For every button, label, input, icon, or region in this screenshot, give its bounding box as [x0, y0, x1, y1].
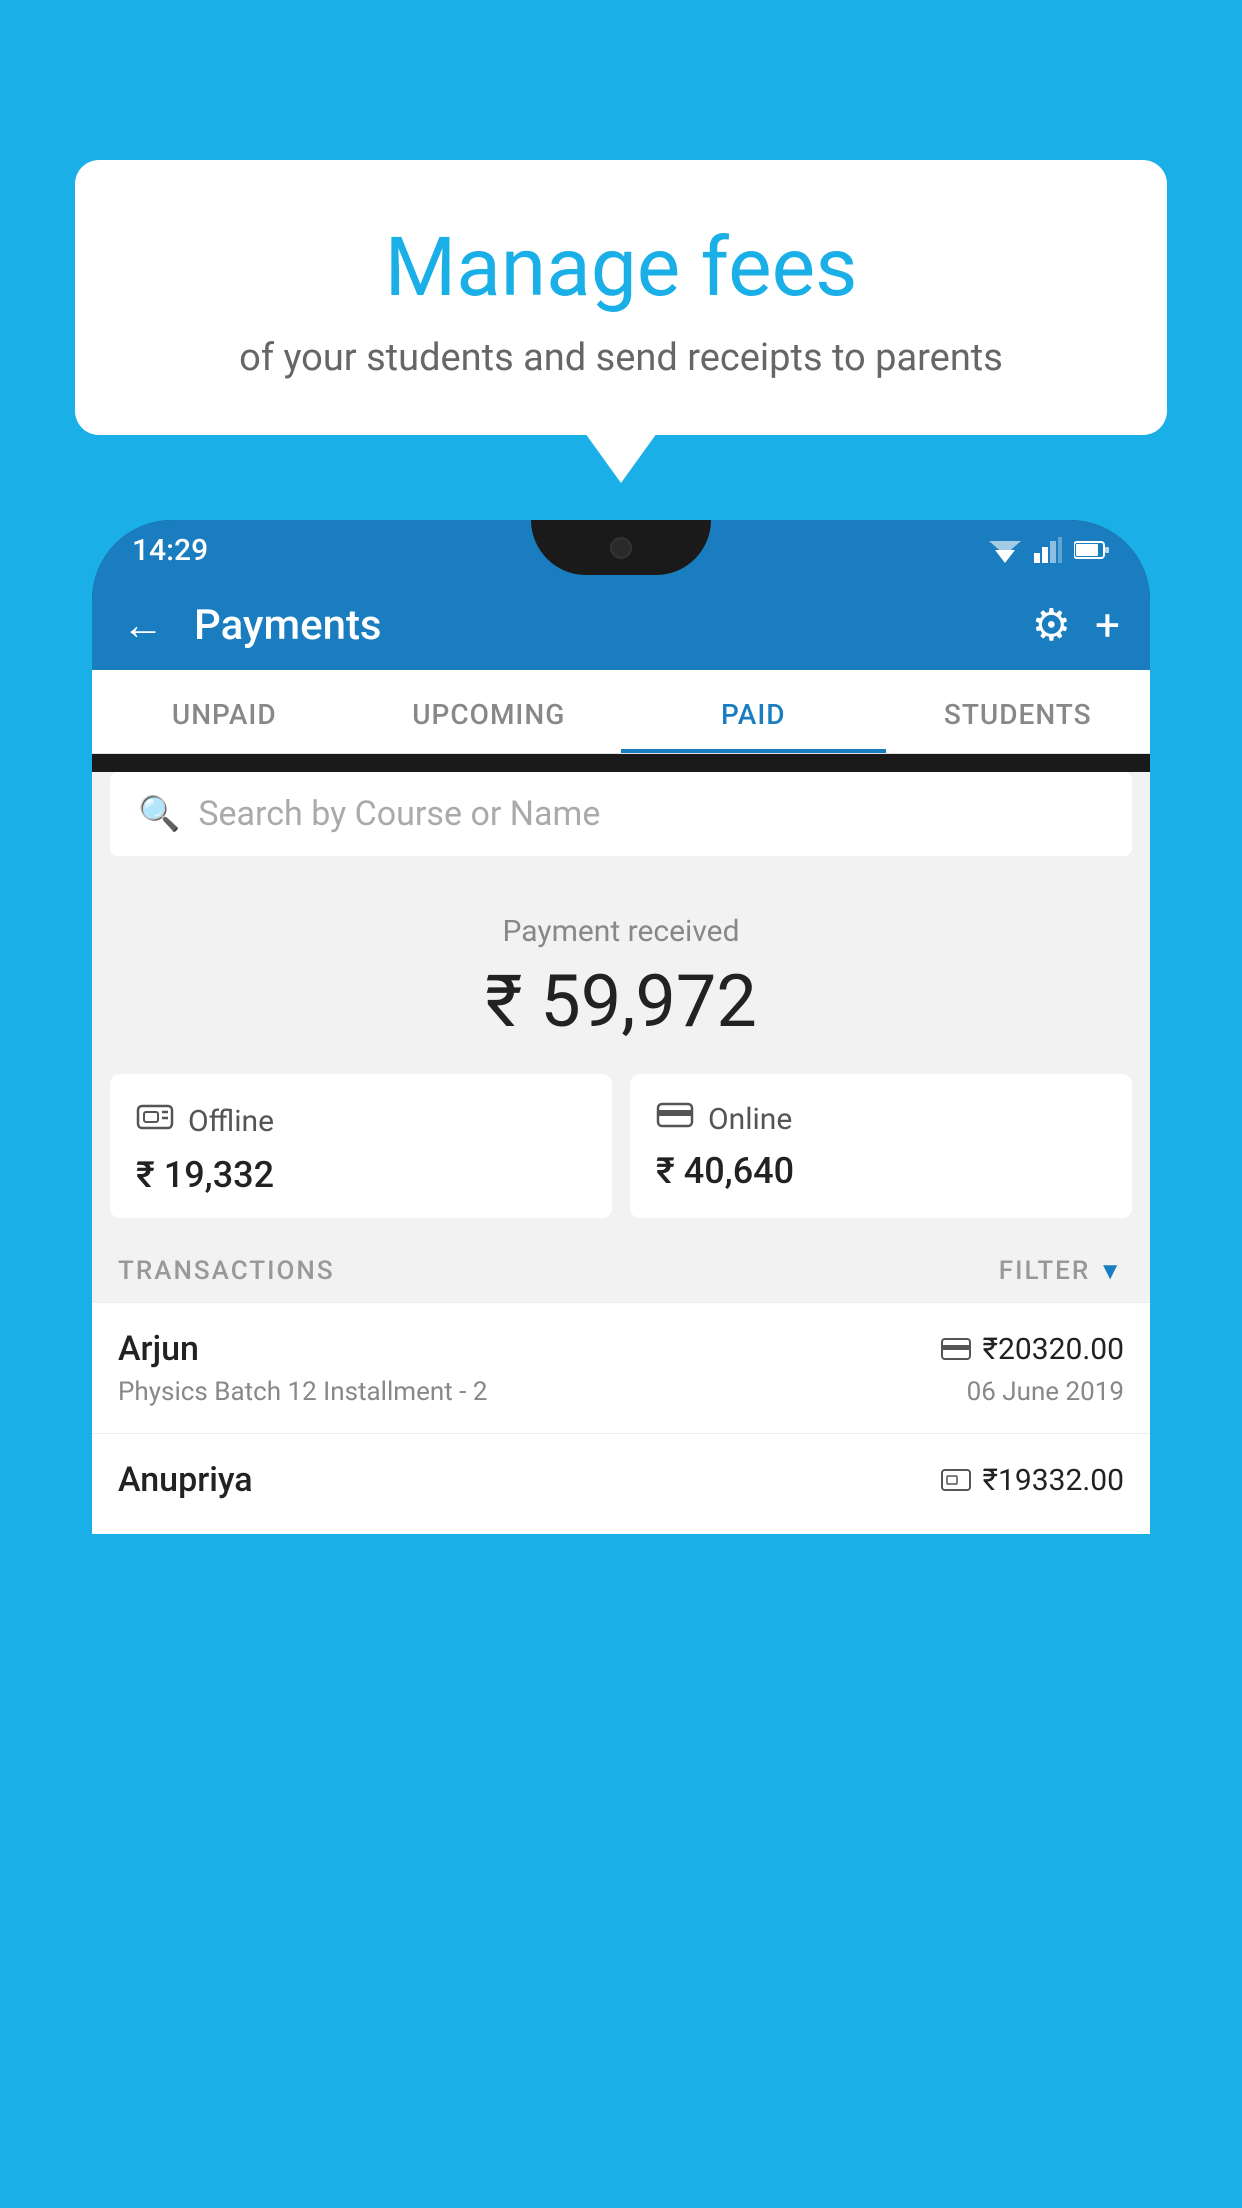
filter-button[interactable]: FILTER ▼ [999, 1256, 1124, 1286]
status-time: 14:29 [132, 533, 208, 568]
payment-cards-row: Offline ₹ 19,332 Online [110, 1074, 1132, 1218]
status-icons [988, 537, 1110, 563]
speech-bubble: Manage fees of your students and send re… [75, 160, 1167, 435]
online-amount: ₹ 40,640 [656, 1150, 1106, 1192]
wifi-icon [988, 537, 1022, 563]
tabs-bar: UNPAID UPCOMING PAID STUDENTS [92, 670, 1150, 754]
transaction-item: Anupriya ₹19332.00 [92, 1433, 1150, 1534]
payment-type-icon [941, 1466, 971, 1494]
offline-amount: ₹ 19,332 [136, 1154, 586, 1196]
transaction-amount-row: ₹19332.00 [941, 1463, 1124, 1498]
signal-icon [1034, 537, 1062, 563]
search-placeholder: Search by Course or Name [198, 794, 600, 834]
tab-students[interactable]: STUDENTS [886, 670, 1151, 753]
app-content: 🔍 Search by Course or Name Payment recei… [92, 772, 1150, 1534]
transactions-header: TRANSACTIONS FILTER ▼ [92, 1236, 1150, 1302]
header-title: Payments [194, 601, 1012, 650]
offline-icon [136, 1100, 174, 1142]
search-bar[interactable]: 🔍 Search by Course or Name [110, 772, 1132, 856]
payment-total-amount: ₹ 59,972 [92, 959, 1150, 1044]
search-icon: 🔍 [138, 794, 180, 834]
notch [531, 520, 711, 575]
transaction-item: Arjun ₹20320.00 Physics Batch 12 Install… [92, 1302, 1150, 1433]
transaction-amount-row: ₹20320.00 [941, 1332, 1124, 1367]
app-header: ← Payments ⚙ + [92, 580, 1150, 670]
transaction-date: 06 June 2019 [967, 1377, 1124, 1407]
payment-received-section: Payment received ₹ 59,972 [92, 874, 1150, 1074]
offline-card: Offline ₹ 19,332 [110, 1074, 612, 1218]
transaction-details: Physics Batch 12 Installment - 2 06 June… [118, 1377, 1124, 1407]
online-card: Online ₹ 40,640 [630, 1074, 1132, 1218]
tab-upcoming[interactable]: UPCOMING [357, 670, 622, 753]
add-icon[interactable]: + [1095, 599, 1120, 651]
online-label: Online [708, 1102, 792, 1137]
phone-mockup: 14:29 [92, 520, 1150, 2208]
transaction-amount: ₹19332.00 [983, 1463, 1124, 1498]
transaction-course: Physics Batch 12 Installment - 2 [118, 1377, 487, 1407]
offline-label: Offline [188, 1104, 274, 1139]
transaction-name: Anupriya [118, 1460, 253, 1500]
payment-received-label: Payment received [92, 914, 1150, 949]
transaction-amount: ₹20320.00 [983, 1332, 1124, 1367]
online-icon [656, 1100, 694, 1138]
settings-icon[interactable]: ⚙ [1032, 599, 1071, 651]
filter-icon: ▼ [1098, 1257, 1124, 1286]
transaction-name: Arjun [118, 1329, 199, 1369]
battery-icon [1074, 540, 1110, 560]
payment-type-icon [941, 1337, 971, 1361]
back-button[interactable]: ← [122, 601, 164, 650]
bubble-title: Manage fees [125, 220, 1117, 316]
tab-unpaid[interactable]: UNPAID [92, 670, 357, 753]
camera [610, 537, 632, 559]
tab-paid[interactable]: PAID [621, 670, 886, 753]
transactions-label: TRANSACTIONS [118, 1256, 335, 1286]
header-actions: ⚙ + [1032, 599, 1120, 651]
phone-body: 14:29 [92, 520, 1150, 1534]
status-bar: 14:29 [92, 520, 1150, 580]
bubble-subtitle: of your students and send receipts to pa… [125, 336, 1117, 380]
